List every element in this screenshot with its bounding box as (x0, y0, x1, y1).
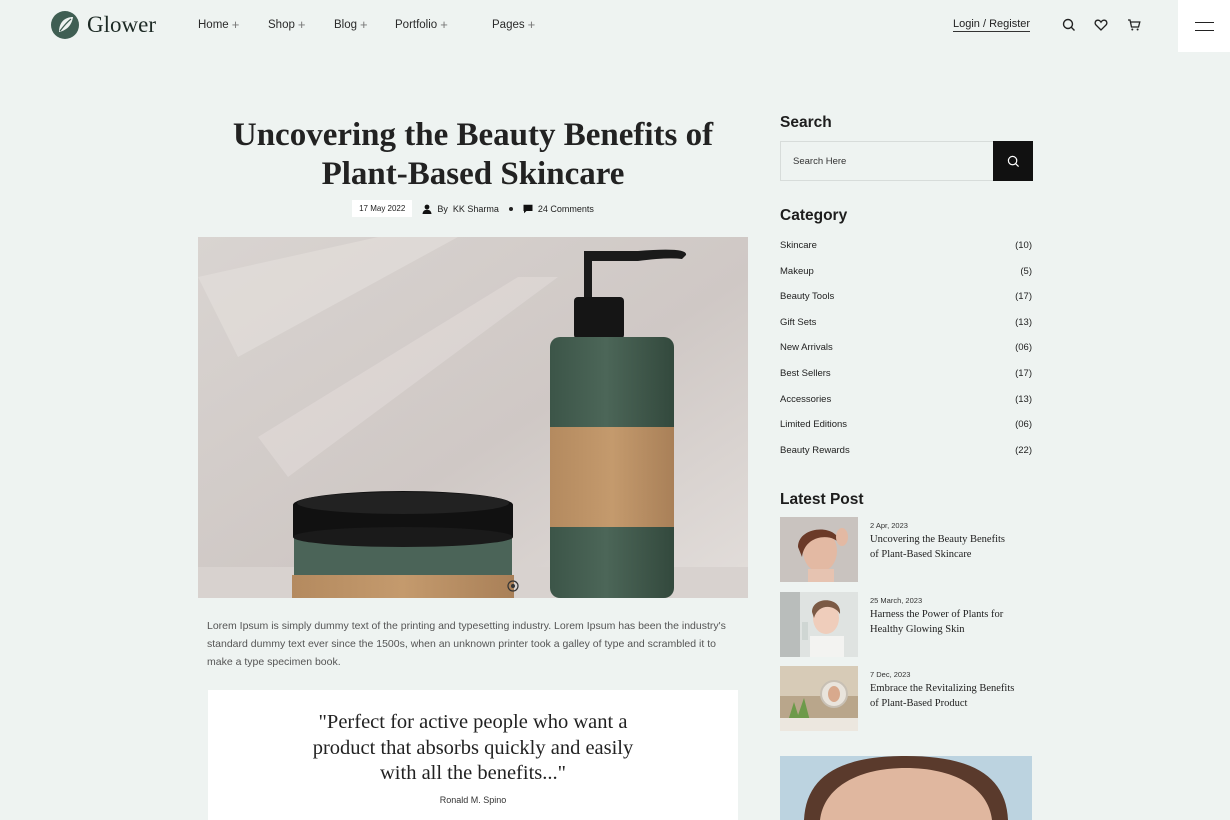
article-body-text: Lorem Ipsum is simply dummy text of the … (207, 620, 726, 668)
category-name: Beauty Tools (780, 291, 835, 303)
category-name: New Arrivals (780, 342, 833, 354)
category-count: (22) (1015, 444, 1032, 456)
comment-icon (523, 204, 533, 213)
nav-item-portfolio[interactable]: Portfolio + (395, 18, 492, 31)
skincare-products-photo (198, 237, 748, 598)
nav-item-home[interactable]: Home + (198, 18, 268, 31)
latest-post-item[interactable]: 2 Apr, 2023 Uncovering the Beauty Benefi… (780, 517, 1032, 583)
category-name: Accessories (780, 393, 832, 405)
search-heading: Search (780, 114, 832, 131)
post-thumbnail (780, 666, 858, 731)
category-name: Skincare (780, 240, 817, 251)
category-count: (5) (1020, 265, 1032, 277)
nav-item-label: Home (198, 18, 229, 31)
search-icon (1007, 155, 1019, 167)
category-item-limited-editions[interactable]: Limited Editions (06) (780, 419, 1032, 445)
cart-icon[interactable] (1127, 18, 1141, 32)
category-item-accessories[interactable]: Accessories (13) (780, 394, 1032, 420)
hamburger-menu-button[interactable] (1178, 0, 1230, 52)
hamburger-menu-icon (1194, 21, 1214, 31)
category-item-new-arrivals[interactable]: New Arrivals (06) (780, 342, 1032, 368)
nav-item-label: Pages (492, 18, 525, 31)
woman-face-photo (780, 756, 1032, 820)
article-hero-image (198, 237, 748, 598)
category-count: (17) (1015, 367, 1032, 379)
nav-item-label: Shop (268, 18, 295, 31)
category-name: Limited Editions (780, 419, 848, 431)
article-quote-block: "Perfect for active people who want a pr… (208, 690, 738, 820)
search-input[interactable] (781, 142, 993, 180)
category-count: (17) (1015, 291, 1032, 303)
category-heading: Category (780, 207, 848, 224)
quote-author: Ronald M. Spino (439, 795, 507, 805)
sidebar-search (780, 141, 1033, 181)
category-count: (13) (1015, 393, 1032, 405)
category-item-best-sellers[interactable]: Best Sellers (17) (780, 368, 1032, 394)
nav-item-label: Blog (334, 18, 358, 31)
quote-text: "Perfect for active people who want a pr… (312, 711, 634, 784)
category-item-beauty-tools[interactable]: Beauty Tools (17) (780, 291, 1032, 317)
brand-name: Glower (87, 12, 156, 37)
sidebar-promo-banner[interactable] (780, 756, 1032, 820)
post-title: Harness the Power of Plants for Healthy … (870, 609, 1004, 635)
woman-skincare-photo (780, 592, 858, 657)
nav-item-blog[interactable]: Blog + (334, 18, 395, 31)
article-title: Uncovering the Beauty Benefits of Plant-… (232, 117, 714, 192)
plus-icon: + (231, 17, 240, 32)
heart-icon[interactable] (1094, 18, 1108, 32)
article-meta: 17 May 2022 By KK Sharma 24 Comments (198, 200, 748, 217)
category-name: Beauty Rewards (780, 444, 850, 456)
post-date: 7 Dec, 2023 (870, 670, 911, 679)
category-count: (06) (1015, 419, 1032, 431)
latest-post-heading: Latest Post (780, 491, 864, 508)
category-name: Makeup (780, 265, 814, 277)
category-item-gift-sets[interactable]: Gift Sets (13) (780, 317, 1032, 343)
comments-count: 24 Comments (537, 203, 594, 214)
woman-mirror-photo (780, 666, 858, 731)
article-author[interactable]: By KK Sharma (422, 204, 499, 214)
login-register-link[interactable]: Login / Register (953, 18, 1031, 32)
user-icon (422, 204, 432, 214)
category-name: Best Sellers (780, 367, 831, 379)
nav-item-label: Portfolio (395, 18, 438, 31)
category-item-skincare[interactable]: Skincare (10) (780, 240, 1032, 266)
category-count: (10) (1015, 240, 1032, 251)
post-date: 2 Apr, 2023 (870, 521, 908, 530)
meta-separator (508, 206, 513, 211)
post-title: Uncovering the Beauty Benefits of Plant-… (870, 534, 1006, 560)
category-name: Gift Sets (780, 316, 817, 328)
author-prefix: By (437, 203, 448, 214)
post-thumbnail (780, 517, 858, 582)
latest-post-item[interactable]: 7 Dec, 2023 Embrace the Revitalizing Ben… (780, 666, 1032, 732)
search-button[interactable] (993, 141, 1033, 181)
post-date: 25 March, 2023 (870, 596, 923, 605)
category-count: (06) (1015, 342, 1032, 354)
article-comments[interactable]: 24 Comments (523, 204, 594, 214)
latest-post-item[interactable]: 25 March, 2023 Harness the Power of Plan… (780, 592, 1032, 658)
post-title: Embrace the Revitalizing Benefits of Pla… (870, 683, 1015, 709)
leaf-logo-icon (51, 11, 79, 39)
search-icon[interactable] (1062, 18, 1076, 32)
site-header: Glower Home + Shop + Blog + Portfolio + … (0, 0, 1230, 52)
category-count: (13) (1015, 316, 1032, 328)
category-item-makeup[interactable]: Makeup (5) (780, 266, 1032, 292)
author-name: KK Sharma (452, 203, 499, 214)
post-thumbnail (780, 592, 858, 657)
article-date: 17 May 2022 (352, 200, 413, 217)
nav-item-shop[interactable]: Shop + (268, 18, 334, 31)
plus-icon: + (527, 17, 536, 32)
nav-item-pages[interactable]: Pages + (492, 18, 535, 31)
plus-icon: + (360, 17, 368, 32)
category-item-beauty-rewards[interactable]: Beauty Rewards (22) (780, 445, 1032, 471)
woman-portrait-photo (780, 517, 858, 582)
plus-icon: + (297, 17, 306, 32)
plus-icon: + (440, 17, 448, 32)
main-nav: Home + Shop + Blog + Portfolio + Pages + (198, 18, 535, 31)
brand-logo[interactable]: Glower (50, 10, 156, 40)
category-list: Skincare (10) Makeup (5) Beauty Tools (17) … (780, 240, 1032, 470)
